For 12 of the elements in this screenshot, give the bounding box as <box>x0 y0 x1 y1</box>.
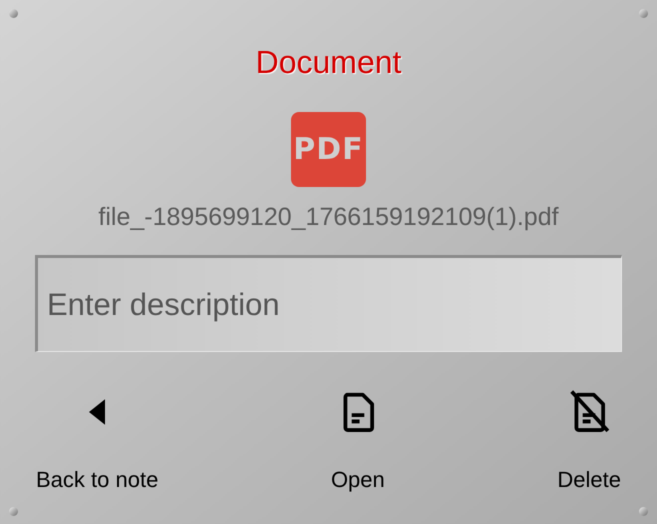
file-name: file_-1895699120_1766159192109(1).pdf <box>98 202 559 233</box>
pdf-file-icon: PDF <box>291 112 366 187</box>
dialog-title: Document <box>256 43 402 82</box>
screw-icon <box>9 507 18 516</box>
back-triangle-icon <box>89 399 106 425</box>
screw-icon <box>639 9 648 18</box>
description-field[interactable]: Enter description <box>35 255 622 352</box>
screw-icon <box>639 507 648 516</box>
action-button[interactable]: Open <box>330 390 385 494</box>
screw-icon <box>9 9 18 18</box>
action-button[interactable]: Delete <box>557 390 621 494</box>
action-button[interactable]: Back to note <box>36 390 158 494</box>
